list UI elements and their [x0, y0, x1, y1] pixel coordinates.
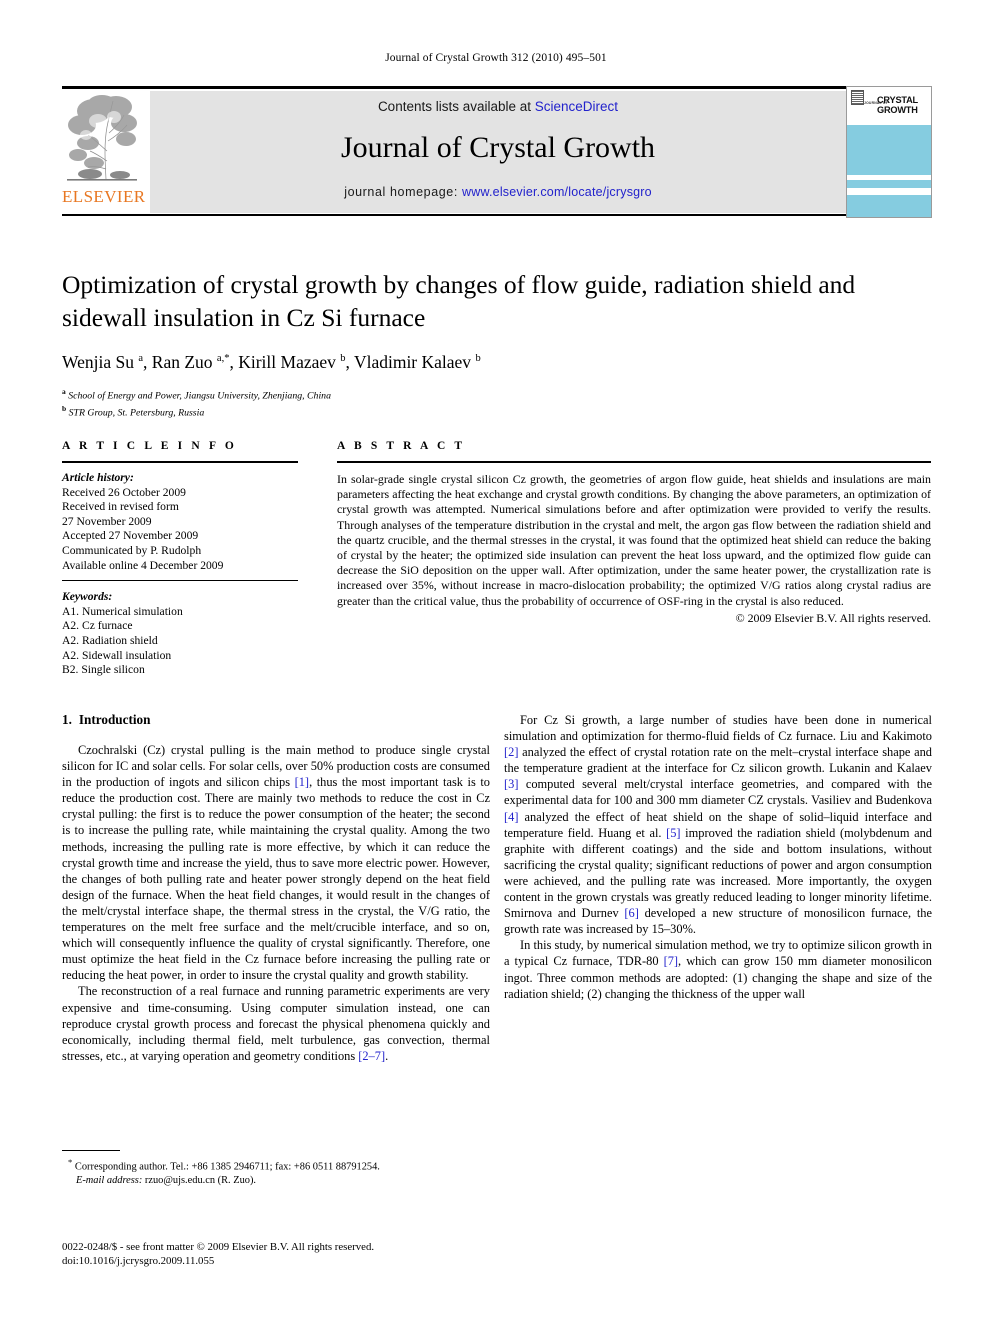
history-item: 27 November 2009: [62, 514, 152, 528]
citation-ref-3[interactable]: [3]: [504, 777, 518, 791]
sciencedirect-link[interactable]: ScienceDirect: [535, 99, 618, 114]
journal-band: Contents lists available at ScienceDirec…: [150, 91, 846, 213]
body-column-left: 1. Introduction Czochralski (Cz) crystal …: [62, 712, 490, 1064]
keyword-item: A2. Radiation shield: [62, 633, 158, 647]
keyword-item: A2. Cz furnace: [62, 619, 133, 633]
article-info-panel: A R T I C L E I N F O Article history: R…: [62, 440, 298, 678]
abstract-heading: A B S T R A C T: [337, 440, 466, 452]
cover-band-lower: [847, 195, 931, 217]
abstract-rule: [337, 461, 931, 463]
footnote-line-2: E-mail address: rzuo@ujs.edu.cn (R. Zuo)…: [62, 1174, 490, 1188]
p1-part-b: , thus the most important task is to red…: [62, 775, 490, 983]
affiliation-b: b STR Group, St. Petersburg, Russia: [62, 404, 205, 419]
affiliation-b-text: STR Group, St. Petersburg, Russia: [68, 407, 205, 419]
title-block: Optimization of crystal growth by change…: [62, 268, 930, 420]
keywords-label: Keywords:: [62, 590, 113, 604]
paragraph-1: Czochralski (Cz) crystal pulling is the …: [62, 742, 490, 983]
p3-part-c: computed several melt/crystal interface …: [504, 777, 932, 808]
paragraph-4: In this study, by numerical simulation m…: [504, 937, 932, 1001]
masthead-top-rule: [62, 86, 846, 89]
journal-title: Journal of Crystal Growth: [340, 131, 656, 164]
journal-masthead: ELSEVIER Contents lists available at Sci…: [62, 86, 930, 216]
homepage-prefix: journal homepage:: [344, 185, 463, 199]
citation-ref-7[interactable]: [7]: [664, 954, 678, 968]
history-item: Accepted 27 November 2009: [62, 529, 199, 543]
cover-title-line2: GROWTH: [877, 105, 918, 115]
keywords-list: Keywords: A1. Numerical simulation A2. C…: [62, 590, 298, 678]
section-title: Introduction: [78, 712, 151, 727]
citation-ref-4[interactable]: [4]: [504, 810, 518, 824]
footnote-rule: [62, 1150, 120, 1151]
cover-elsevier-mini-icon: [851, 90, 864, 105]
cover-title-line1: CRYSTAL: [877, 95, 918, 105]
article-info-heading: A R T I C L E I N F O: [62, 440, 237, 452]
citation-ref-1[interactable]: [1]: [295, 775, 309, 789]
p2-part-a: The reconstruction of a real furnace and…: [62, 984, 490, 1063]
author-list: Wenjia Su a, Ran Zuo a,*, Kirill Mazaev …: [62, 352, 481, 372]
paper-page: Journal of Crystal Growth 312 (2010) 495…: [0, 0, 992, 1323]
p3-part-a: For Cz Si growth, a large number of stud…: [504, 713, 932, 744]
body-column-right: For Cz Si growth, a large number of stud…: [504, 712, 932, 1002]
affiliation-a: a School of Energy and Power, Jiangsu Un…: [62, 387, 331, 402]
elsevier-tree-icon: [64, 91, 140, 187]
abstract-panel: A B S T R A C T In solar-grade single cr…: [337, 440, 931, 626]
journal-cover-thumbnail: JOURNAL OF CRYSTAL GROWTH: [846, 86, 932, 218]
citation-ref-6[interactable]: [6]: [624, 906, 638, 920]
cover-band-middle: [847, 180, 931, 188]
cover-band-gap-2: [847, 188, 931, 195]
citation-ref-2[interactable]: [2]: [504, 745, 518, 759]
citation-ref-5[interactable]: [5]: [666, 826, 680, 840]
elsevier-wordmark: ELSEVIER: [62, 187, 146, 206]
homepage-url-link[interactable]: www.elsevier.com/locate/jcrysgro: [462, 185, 652, 199]
running-head: Journal of Crystal Growth 312 (2010) 495…: [385, 52, 607, 64]
email-label: E-mail address:: [76, 1174, 143, 1186]
citation-ref-2-7[interactable]: [2–7]: [358, 1049, 385, 1063]
keyword-item: A1. Numerical simulation: [62, 604, 183, 618]
cover-band-upper: [847, 125, 931, 175]
section-number: 1.: [62, 712, 72, 727]
history-item: Received in revised form: [62, 500, 179, 514]
email-value[interactable]: rzuo@ujs.edu.cn (R. Zuo).: [142, 1175, 256, 1186]
journal-homepage-line: journal homepage: www.elsevier.com/locat…: [150, 185, 846, 199]
footnote-line-1: * Corresponding author. Tel.: +86 1385 2…: [62, 1156, 490, 1174]
history-item: Communicated by P. Rudolph: [62, 543, 202, 557]
paragraph-2: The reconstruction of a real furnace and…: [62, 983, 490, 1063]
keyword-item: B2. Single silicon: [62, 663, 145, 677]
affiliation-a-text: School of Energy and Power, Jiangsu Univ…: [68, 390, 331, 402]
affiliation-list: a School of Energy and Power, Jiangsu Un…: [62, 385, 930, 420]
issn-copyright-line: 0022-0248/$ - see front matter © 2009 El…: [62, 1241, 375, 1253]
abstract-text: In solar-grade single crystal silicon Cz…: [337, 472, 931, 608]
article-info-rule: [62, 461, 298, 463]
corresponding-author-footnote: * Corresponding author. Tel.: +86 1385 2…: [62, 1150, 490, 1187]
contents-available-line: Contents lists available at ScienceDirec…: [150, 99, 846, 114]
section-heading-introduction: 1. Introduction: [62, 712, 490, 728]
keywords-rule: [62, 580, 298, 582]
page-title: Optimization of crystal growth by change…: [62, 270, 856, 332]
keyword-item: A2. Sidewall insulation: [62, 648, 172, 662]
paragraph-3: For Cz Si growth, a large number of stud…: [504, 712, 932, 937]
contents-prefix: Contents lists available at: [377, 99, 535, 114]
p3-part-b: analyzed the effect of crystal rotation …: [504, 745, 932, 776]
p2-part-b: .: [385, 1048, 389, 1063]
footnote-contact-text: Corresponding author. Tel.: +86 1385 294…: [72, 1161, 380, 1173]
frontmatter-block: 0022-0248/$ - see front matter © 2009 El…: [62, 1240, 522, 1268]
masthead-bottom-rule: [62, 214, 846, 216]
cover-header: JOURNAL OF CRYSTAL GROWTH: [847, 87, 931, 125]
article-history-label: Article history:: [62, 471, 134, 484]
history-item: Available online 4 December 2009: [62, 558, 224, 572]
history-item: Received 26 October 2009: [62, 485, 186, 499]
abstract-copyright: © 2009 Elsevier B.V. All rights reserved…: [735, 610, 931, 625]
article-history: Article history: Received 26 October 200…: [62, 471, 298, 573]
doi-line: doi:10.1016/j.jcrysgro.2009.11.055: [62, 1255, 215, 1267]
elsevier-logo: ELSEVIER: [62, 91, 146, 213]
cover-title: CRYSTAL GROWTH: [877, 95, 929, 115]
